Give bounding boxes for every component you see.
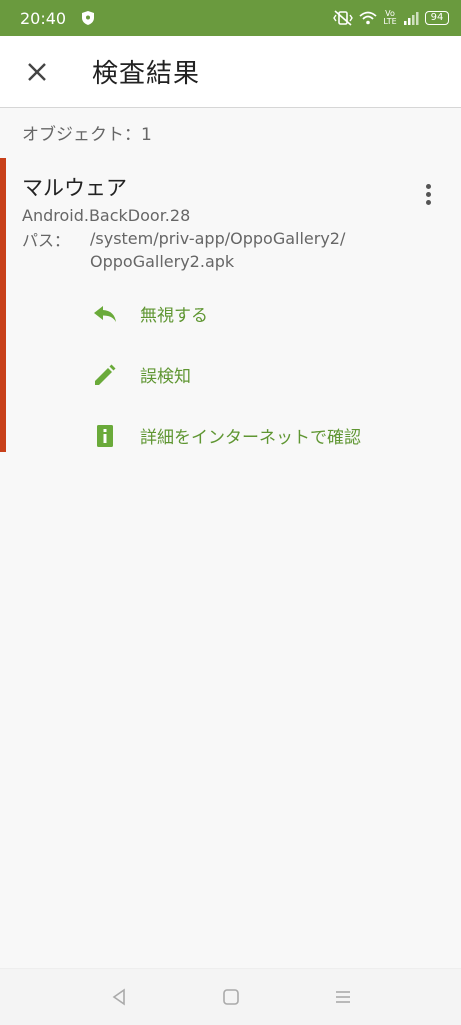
reply-icon: [94, 305, 116, 322]
signal-icon: [404, 12, 419, 25]
path-line-1: /system/priv-app/OppoGallery2/: [90, 229, 346, 248]
back-icon[interactable]: [109, 987, 129, 1007]
volte-badge: Vo LTE: [383, 9, 397, 26]
details-online-action[interactable]: 詳細をインターネットで確認: [92, 405, 439, 466]
false-positive-action[interactable]: 誤検知: [92, 344, 439, 405]
details-online-label: 詳細をインターネットで確認: [140, 428, 361, 448]
path-row: パス： /system/priv-app/OppoGallery2/ OppoG…: [22, 227, 439, 273]
app-bar: 検査結果: [0, 36, 461, 108]
info-icon: [97, 424, 113, 447]
threat-accent-bar: [0, 158, 6, 452]
pencil-icon: [95, 364, 116, 385]
battery-icon: 94: [425, 11, 449, 25]
system-nav-bar: [0, 968, 461, 1025]
action-list: 無視する 誤検知 詳細をインターネットで確認: [92, 283, 439, 466]
recents-icon[interactable]: [333, 987, 353, 1007]
close-icon[interactable]: [22, 57, 52, 87]
shield-icon: [82, 11, 95, 25]
path-line-2: OppoGallery2.apk: [90, 252, 235, 271]
wifi-icon: [359, 11, 377, 25]
status-bar: 20:40 Vo LTE 94: [0, 0, 461, 36]
ignore-action[interactable]: 無視する: [92, 283, 439, 344]
vibrate-icon: [333, 10, 353, 26]
ignore-label: 無視する: [140, 306, 208, 326]
threat-name: Android.BackDoor.28: [22, 206, 191, 225]
path-label: パス：: [22, 231, 71, 250]
status-time: 20:40: [20, 8, 67, 28]
page-title: 検査結果: [92, 59, 201, 89]
objects-count: オブジェクト：1: [22, 125, 152, 145]
more-options-icon[interactable]: [423, 184, 433, 208]
result-card: マルウェア Android.BackDoor.28 パス： /system/pr…: [0, 158, 461, 452]
status-icons: Vo LTE 94: [333, 10, 449, 26]
false-positive-label: 誤検知: [140, 367, 191, 387]
path-value: /system/priv-app/OppoGallery2/ OppoGalle…: [90, 227, 345, 273]
threat-type: マルウェア: [22, 176, 127, 200]
home-icon[interactable]: [221, 987, 241, 1007]
